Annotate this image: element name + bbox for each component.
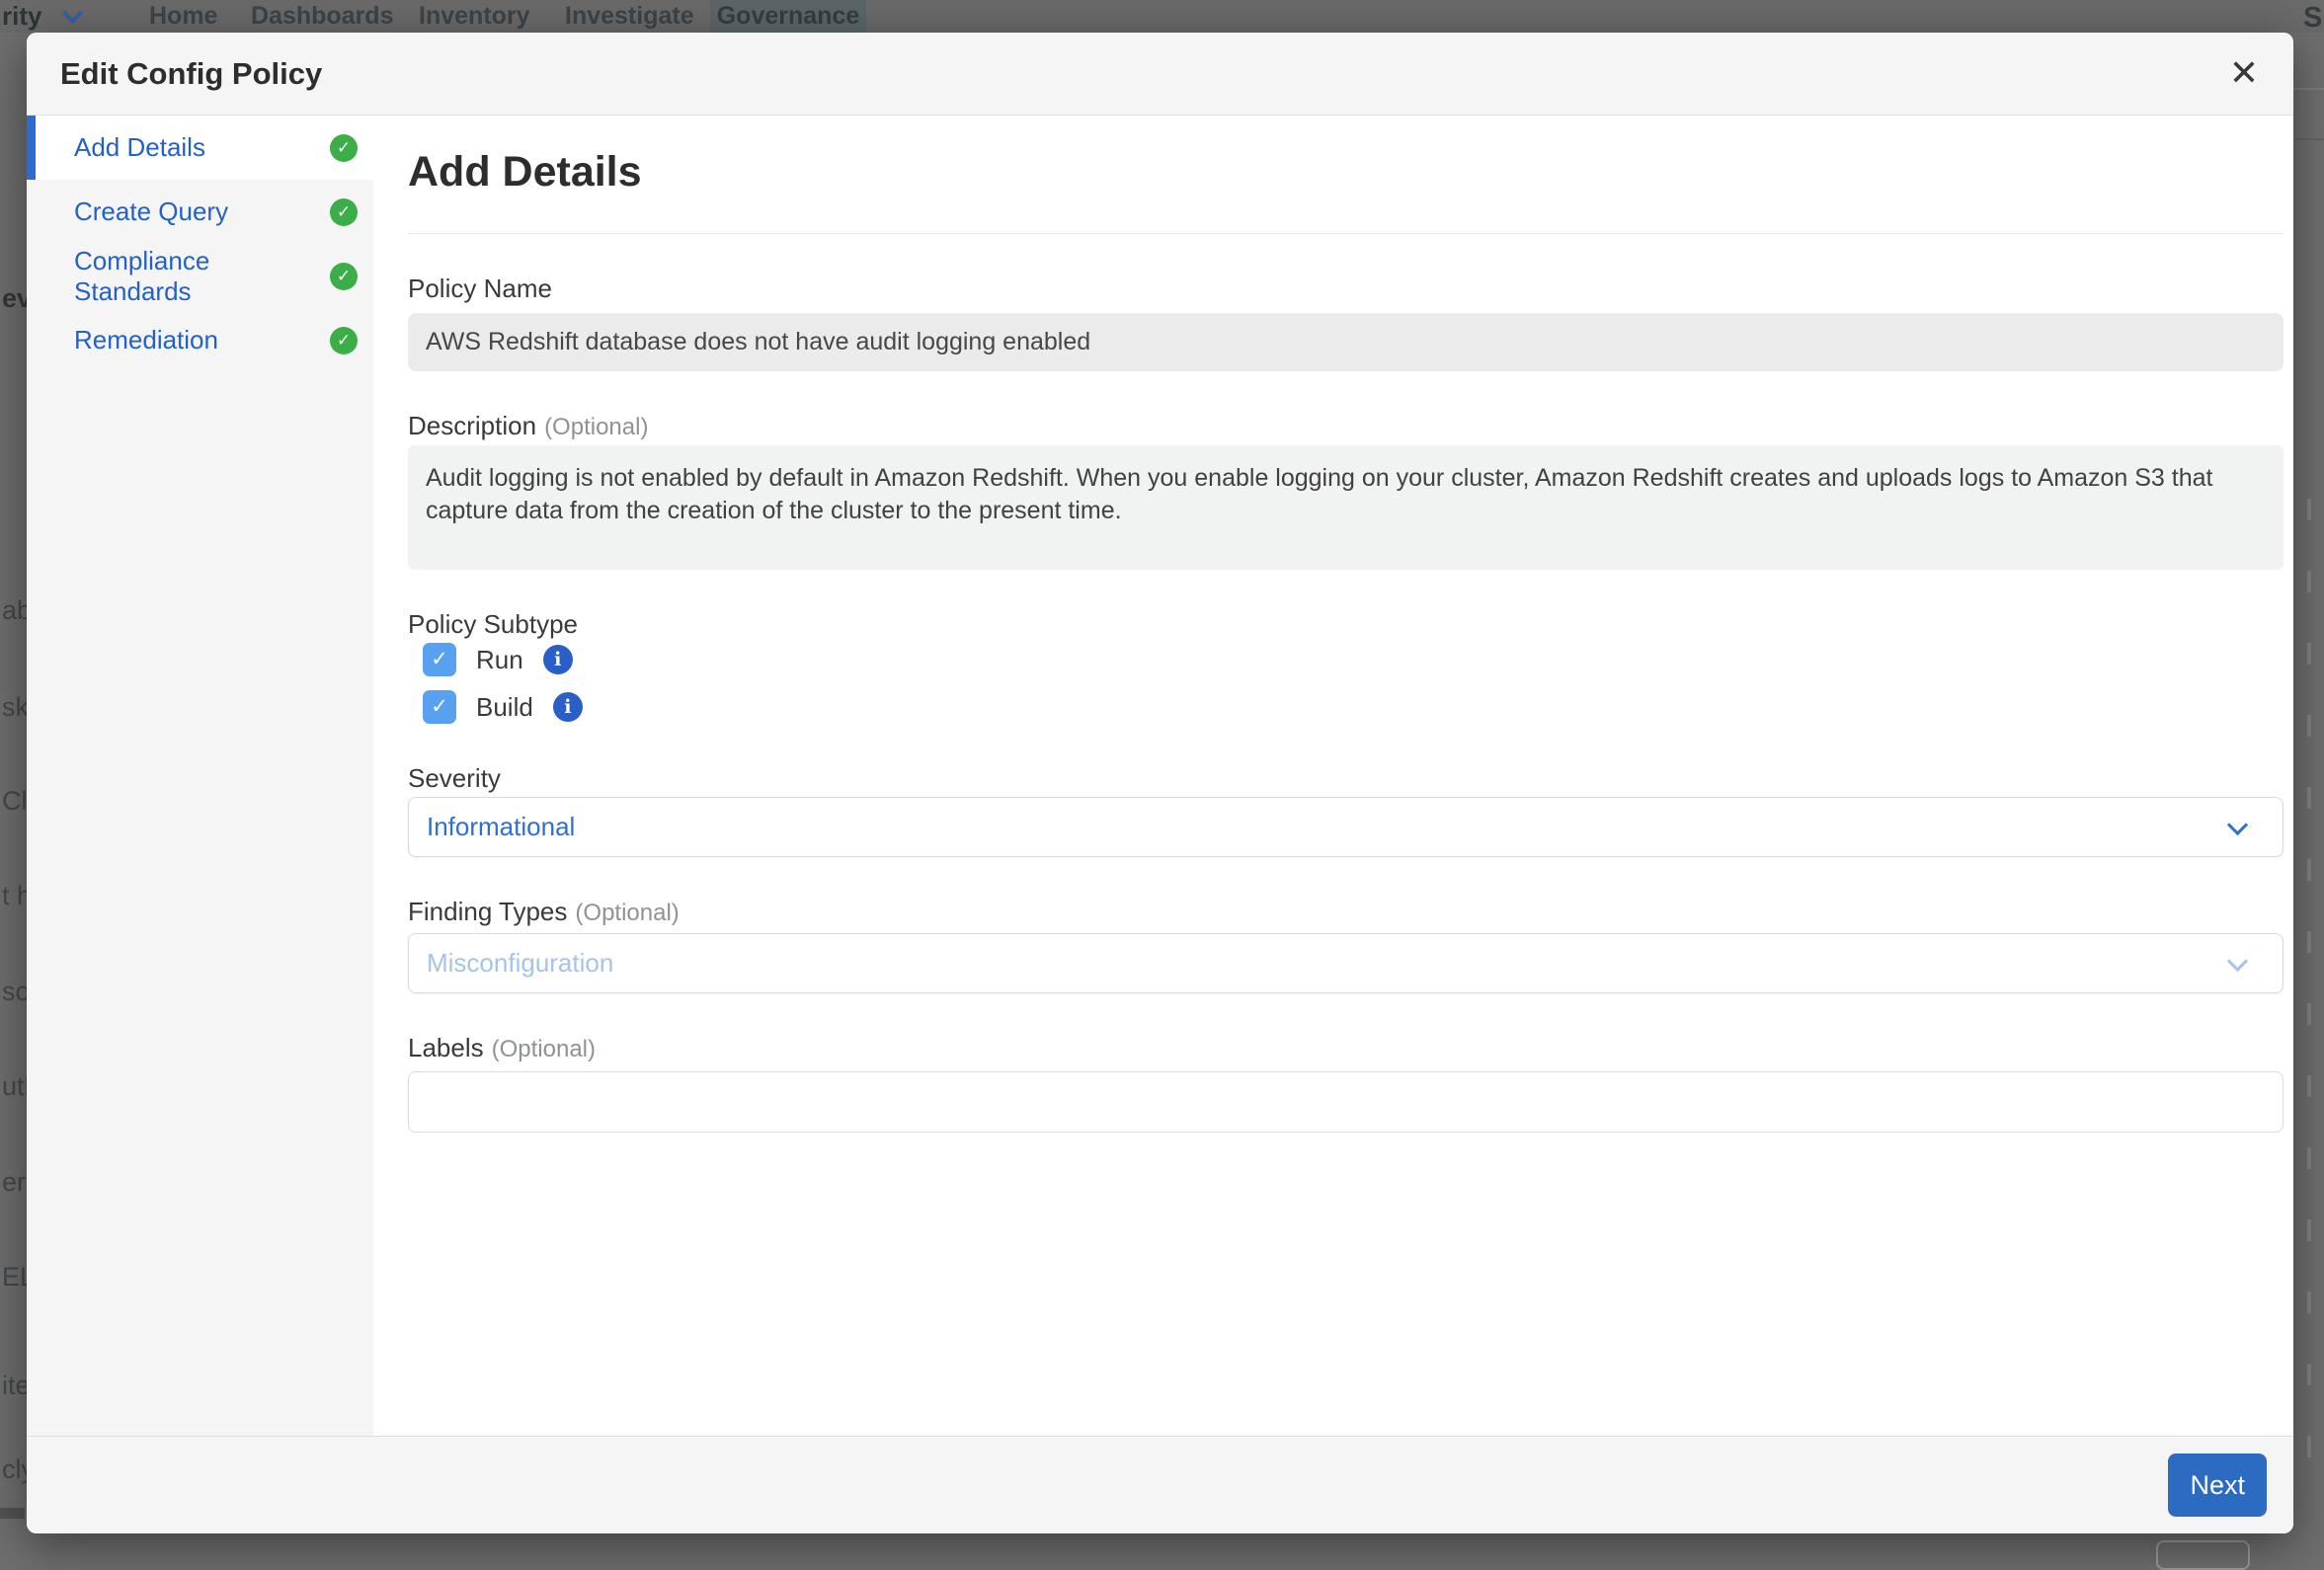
- modal-title: Edit Config Policy: [27, 33, 2293, 116]
- bg-divider: [2293, 88, 2324, 90]
- nav-item-inventory: Inventory: [419, 0, 530, 33]
- run-checkbox[interactable]: ✓: [423, 643, 456, 676]
- policy-name-field: AWS Redshift database does not have audi…: [408, 313, 2284, 371]
- step-label: Add Details: [74, 132, 205, 163]
- bg-text-fragment: t h: [2, 881, 28, 911]
- severity-label: Severity: [408, 762, 2284, 794]
- finding-types-select-value: Misconfiguration: [409, 934, 2283, 992]
- nav-left-fragment: rity: [2, 0, 41, 33]
- section-heading: Add Details: [408, 147, 2284, 196]
- bg-text-fragment: Clo: [2, 786, 28, 817]
- nav-item-dashboards: Dashboards: [251, 0, 393, 33]
- bg-text-fragment: uth: [2, 1071, 28, 1102]
- bg-text-fragment: er: [2, 1167, 28, 1198]
- bg-element: [0, 1508, 25, 1519]
- next-button[interactable]: Next: [2168, 1453, 2267, 1517]
- policy-subtype-run-row: ✓ Run i: [423, 643, 2284, 676]
- step-complete-check-icon: ✓: [330, 263, 358, 290]
- modal-header: Edit Config Policy ✕: [27, 33, 2293, 116]
- top-navbar: rity Home Dashboards Inventory Investiga…: [0, 0, 2324, 33]
- nav-item-home: Home: [149, 0, 217, 33]
- policy-subtype-label: Policy Subtype: [408, 608, 2284, 640]
- step-complete-check-icon: ✓: [330, 198, 358, 226]
- bg-text-fragment: so: [2, 977, 28, 1007]
- build-checkbox-label: Build: [476, 692, 533, 723]
- finding-types-select[interactable]: Misconfiguration: [408, 933, 2284, 993]
- bg-text-fragment: ELI: [2, 1262, 28, 1293]
- severity-select[interactable]: Informational: [408, 797, 2284, 857]
- step-label: Remediation: [74, 325, 218, 355]
- step-label: Create Query: [74, 196, 228, 227]
- step-complete-check-icon: ✓: [330, 134, 358, 162]
- bg-text-fragment: ab: [2, 595, 28, 626]
- step-complete-check-icon: ✓: [330, 327, 358, 354]
- bg-text-fragment: ite: [2, 1371, 28, 1401]
- bg-text-fragment: sk: [2, 692, 28, 723]
- description-field: Audit logging is not enabled by default …: [408, 445, 2284, 570]
- bg-divider: [2293, 138, 2324, 140]
- labels-input[interactable]: [408, 1071, 2284, 1133]
- run-checkbox-label: Run: [476, 645, 523, 675]
- step-remediation[interactable]: Remediation ✓: [27, 308, 373, 372]
- optional-tag: (Optional): [544, 414, 648, 440]
- nav-right-fragment: S: [2303, 2, 2322, 35]
- optional-tag: (Optional): [492, 1036, 596, 1062]
- bg-text-fragment: cly: [2, 1454, 28, 1485]
- modal-footer: Next: [27, 1436, 2293, 1533]
- policy-name-label: Policy Name: [408, 273, 2284, 304]
- step-compliance-standards[interactable]: Compliance Standards ✓: [27, 244, 373, 308]
- description-label: Description(Optional): [408, 410, 2284, 443]
- optional-tag: (Optional): [575, 900, 679, 926]
- nav-item-investigate: Investigate: [565, 0, 694, 33]
- step-content: Add Details Policy Name AWS Redshift dat…: [373, 116, 2293, 1436]
- modal-body: Add Details ✓ Create Query ✓ Compliance …: [27, 116, 2293, 1436]
- bg-text-fragment: ev: [2, 283, 28, 314]
- bg-button-outline: [2156, 1540, 2250, 1570]
- bg-row-marks: [2307, 499, 2311, 1471]
- step-create-query[interactable]: Create Query ✓: [27, 180, 373, 244]
- build-checkbox[interactable]: ✓: [423, 690, 456, 724]
- labels-label: Labels(Optional): [408, 1032, 2284, 1065]
- step-label: Compliance Standards: [74, 246, 330, 307]
- steps-sidebar: Add Details ✓ Create Query ✓ Compliance …: [27, 116, 373, 1436]
- chevron-down-icon: [62, 3, 83, 24]
- close-icon[interactable]: ✕: [2222, 52, 2266, 96]
- info-icon[interactable]: i: [553, 692, 583, 722]
- nav-item-governance-active: Governance: [710, 0, 866, 33]
- finding-types-label: Finding Types(Optional): [408, 896, 2284, 929]
- info-icon[interactable]: i: [543, 645, 573, 674]
- edit-config-policy-modal: Edit Config Policy ✕ Add Details ✓ Creat…: [27, 33, 2293, 1533]
- divider: [408, 233, 2284, 234]
- severity-select-value: Informational: [409, 798, 2283, 856]
- step-add-details[interactable]: Add Details ✓: [27, 116, 373, 180]
- policy-subtype-build-row: ✓ Build i: [423, 690, 2284, 724]
